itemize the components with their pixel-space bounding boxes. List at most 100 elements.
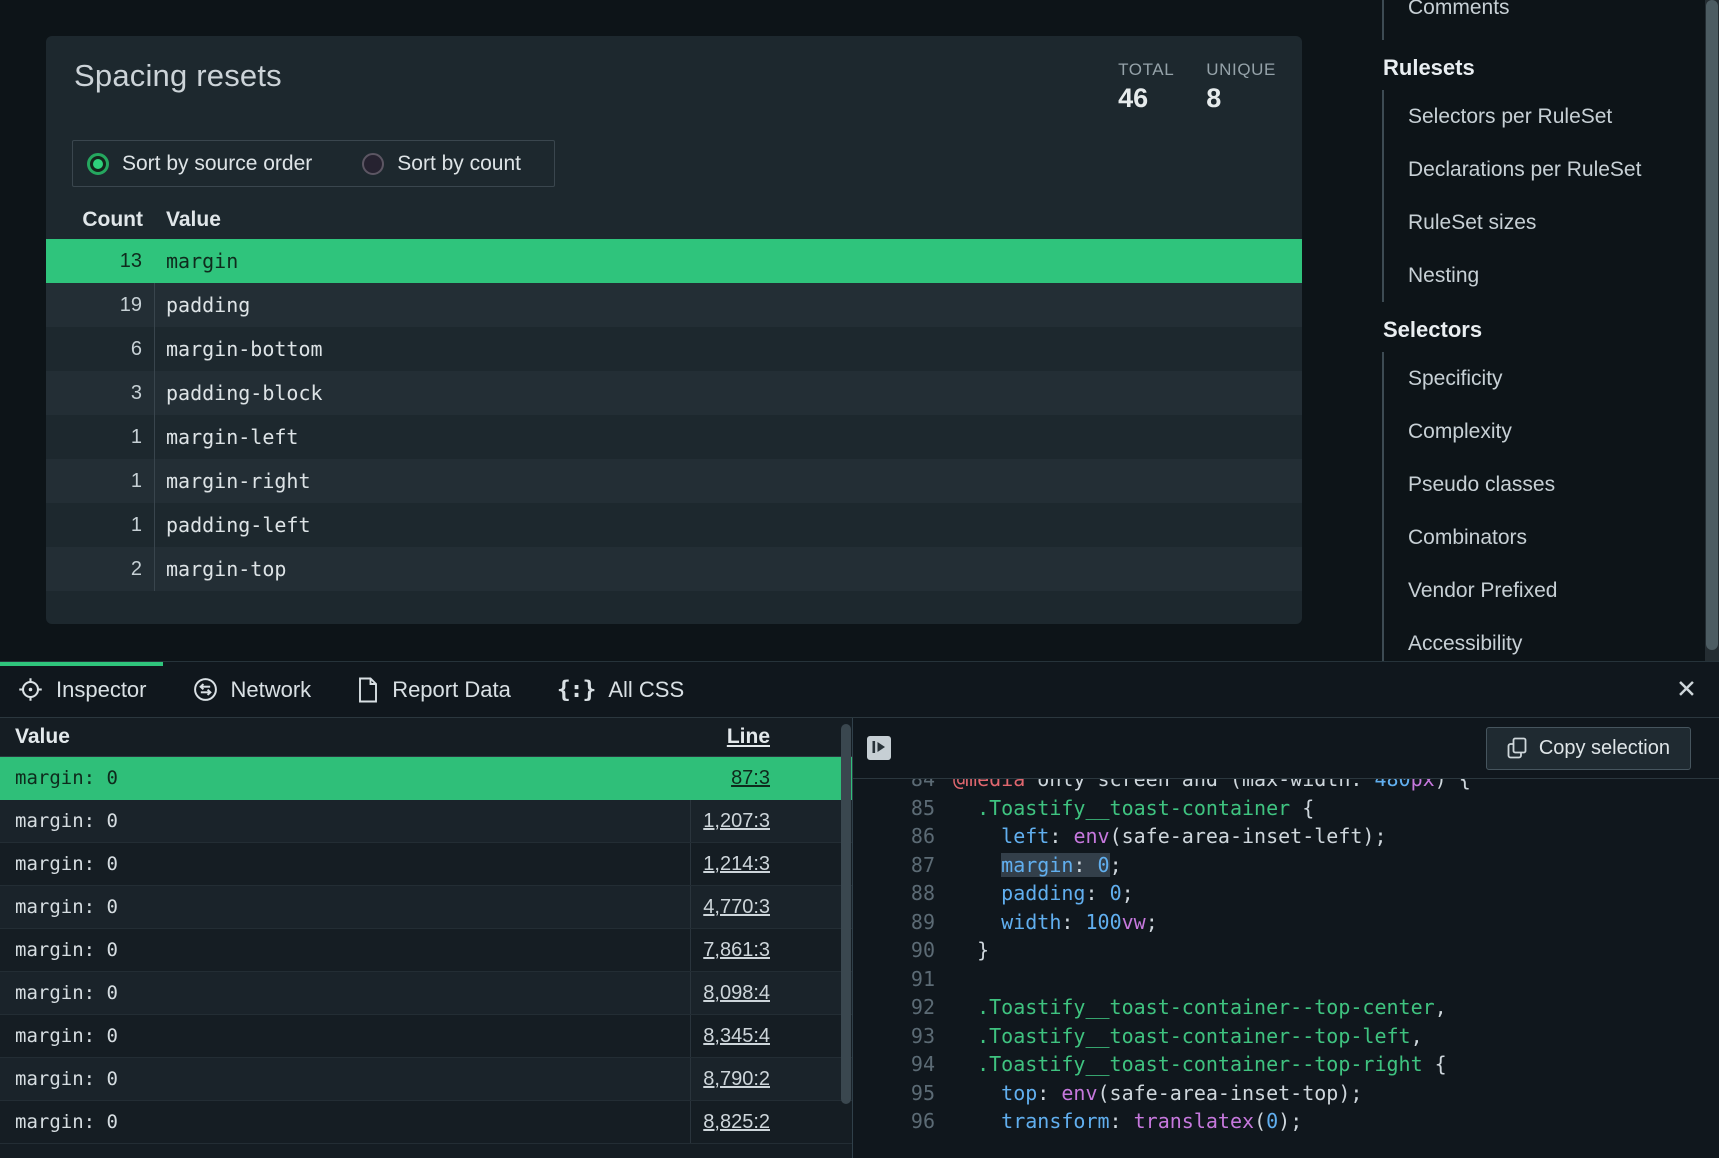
- copy-selection-label: Copy selection: [1539, 737, 1670, 760]
- line-number: 85: [853, 794, 935, 823]
- table-row[interactable]: 1margin-right: [46, 459, 1302, 503]
- close-icon[interactable]: ✕: [1676, 677, 1697, 702]
- table-row[interactable]: 3padding-block: [46, 371, 1302, 415]
- line-number: 93: [853, 1022, 935, 1051]
- sidebar-item-vendor-prefixed[interactable]: Vendor Prefixed: [1408, 564, 1704, 617]
- inspector-row[interactable]: margin: 0 87:3: [0, 757, 852, 800]
- tab-report-data[interactable]: Report Data: [357, 677, 557, 703]
- row-count: 1: [46, 459, 155, 503]
- panel-toggle-button[interactable]: [867, 736, 891, 760]
- code-line: 95 top: env(safe-area-inset-top);: [853, 1079, 1719, 1108]
- table-row[interactable]: 6margin-bottom: [46, 327, 1302, 371]
- line-link[interactable]: 4,770:3: [703, 896, 770, 919]
- inspector-row[interactable]: margin: 0 8,098:4: [0, 972, 852, 1015]
- declaration-value: margin: 0: [0, 843, 690, 885]
- code-text: left: env(safe-area-inset-left);: [935, 822, 1387, 851]
- line-cell: 8,790:2: [690, 1058, 852, 1100]
- line-number: 95: [853, 1079, 935, 1108]
- sidebar-item-comments[interactable]: Comments: [1408, 0, 1704, 40]
- line-link[interactable]: 1,214:3: [703, 853, 770, 876]
- inspector-row[interactable]: margin: 0 1,214:3: [0, 843, 852, 886]
- line-link[interactable]: 8,825:2: [703, 1111, 770, 1134]
- row-count: 6: [46, 327, 155, 371]
- sidebar-item-declarations-per-ruleset[interactable]: Declarations per RuleSet: [1408, 143, 1704, 196]
- tab-all-css[interactable]: {:}All CSS: [557, 677, 730, 703]
- tab-network[interactable]: Network: [193, 677, 358, 703]
- code-text: margin: 0;: [935, 851, 1122, 880]
- inspector-row[interactable]: margin: 07,861:3: [0, 929, 852, 972]
- inspector-row[interactable]: margin: 08,345:4: [0, 1015, 852, 1058]
- sidebar-item-specificity[interactable]: Specificity: [1408, 352, 1704, 405]
- code-text: [935, 965, 953, 994]
- code-text: .Toastify__toast-container--top-center,: [935, 993, 1447, 1022]
- code-text: .Toastify__toast-container {: [935, 794, 1314, 823]
- code-view[interactable]: 84@media only screen and (max-width: 480…: [853, 779, 1719, 1158]
- declaration-value: margin: 0: [0, 757, 690, 799]
- row-count: 1: [46, 415, 155, 459]
- declaration-value: margin: 0: [0, 972, 690, 1014]
- line-link[interactable]: 8,098:4: [703, 982, 770, 1005]
- nav-group: Rulesets Selectors per RuleSetDeclaration…: [1382, 50, 1704, 302]
- card-header: Spacing resets TOTAL 46 UNIQUE 8: [46, 36, 1302, 114]
- inspector-row[interactable]: margin: 08,790:2: [0, 1058, 852, 1101]
- property-table-rows: 13margin19padding6margin-bottom3padding-…: [46, 239, 1302, 591]
- network-icon: [193, 677, 218, 702]
- total-label: TOTAL: [1118, 60, 1174, 80]
- active-tab-indicator: [0, 662, 163, 666]
- declaration-value: margin: 0: [0, 886, 690, 928]
- line-link[interactable]: 8,345:4: [703, 1025, 770, 1048]
- nav-section-heading: Rulesets: [1383, 50, 1704, 86]
- table-row[interactable]: 13margin: [46, 239, 1302, 283]
- inspector-scrollbar-thumb[interactable]: [841, 724, 851, 1104]
- sidebar-item-ruleset-sizes[interactable]: RuleSet sizes: [1408, 196, 1704, 249]
- code-text: .Toastify__toast-container--top-right {: [935, 1050, 1447, 1079]
- line-number: 86: [853, 822, 935, 851]
- radio-selected-icon[interactable]: [87, 153, 109, 175]
- inspector-row[interactable]: margin: 08,825:2: [0, 1101, 852, 1144]
- tab-inspector[interactable]: Inspector: [18, 677, 193, 703]
- tab-bar: InspectorNetworkReport Data{:}All CSS ✕: [0, 662, 1719, 718]
- table-row[interactable]: 2margin-top: [46, 547, 1302, 591]
- copy-selection-button[interactable]: Copy selection: [1486, 727, 1691, 770]
- table-row[interactable]: 1padding-left: [46, 503, 1302, 547]
- sort-by-count-option[interactable]: Sort by count: [362, 152, 521, 176]
- line-link[interactable]: 7,861:3: [703, 939, 770, 962]
- sort-by-source-order-option[interactable]: Sort by source order: [87, 152, 312, 176]
- table-row[interactable]: 19padding: [46, 283, 1302, 327]
- line-link[interactable]: 1,207:3: [703, 810, 770, 833]
- line-number: 90: [853, 936, 935, 965]
- totals: TOTAL 46 UNIQUE 8: [1118, 60, 1276, 114]
- line-number: 87: [853, 851, 935, 880]
- code-line: 85 .Toastify__toast-container {: [853, 794, 1719, 823]
- nav-list: Comments: [1382, 0, 1704, 40]
- line-column-sort-link[interactable]: Line: [690, 725, 852, 749]
- sidebar-item-selectors-per-ruleset[interactable]: Selectors per RuleSet: [1408, 90, 1704, 143]
- nav-list: SpecificityComplexityPseudo classesCombi…: [1382, 352, 1704, 670]
- sidebar-item-pseudo-classes[interactable]: Pseudo classes: [1408, 458, 1704, 511]
- page-scrollbar-thumb[interactable]: [1706, 0, 1718, 650]
- unique-label: UNIQUE: [1206, 60, 1276, 80]
- line-cell: 4,770:3: [690, 886, 852, 928]
- sidebar-item-nesting[interactable]: Nesting: [1408, 249, 1704, 302]
- code-pane: Copy selection 84@media only screen and …: [852, 718, 1719, 1158]
- line-number: 89: [853, 908, 935, 937]
- inspector-row[interactable]: margin: 0 4,770:3: [0, 886, 852, 929]
- code-text: .Toastify__toast-container--top-left,: [935, 1022, 1423, 1051]
- total-stat: TOTAL 46: [1118, 60, 1174, 114]
- line-number: 84: [853, 779, 935, 794]
- line-link[interactable]: 87:3: [731, 767, 770, 790]
- sidebar-item-complexity[interactable]: Complexity: [1408, 405, 1704, 458]
- line-link[interactable]: 8,790:2: [703, 1068, 770, 1091]
- sidebar-item-combinators[interactable]: Combinators: [1408, 511, 1704, 564]
- row-value: padding-block: [155, 381, 323, 405]
- radio-unselected-icon[interactable]: [362, 153, 384, 175]
- row-value: margin-right: [155, 469, 311, 493]
- nav-group: Comments: [1382, 0, 1704, 40]
- inspector-row[interactable]: margin: 01,207:3: [0, 800, 852, 843]
- sort-option-label: Sort by source order: [122, 152, 312, 176]
- code-text: padding: 0;: [935, 879, 1134, 908]
- code-lines: 84@media only screen and (max-width: 480…: [853, 779, 1719, 1136]
- table-row[interactable]: 1margin-left: [46, 415, 1302, 459]
- code-line: 93 .Toastify__toast-container--top-left,: [853, 1022, 1719, 1051]
- code-line: 94 .Toastify__toast-container--top-right…: [853, 1050, 1719, 1079]
